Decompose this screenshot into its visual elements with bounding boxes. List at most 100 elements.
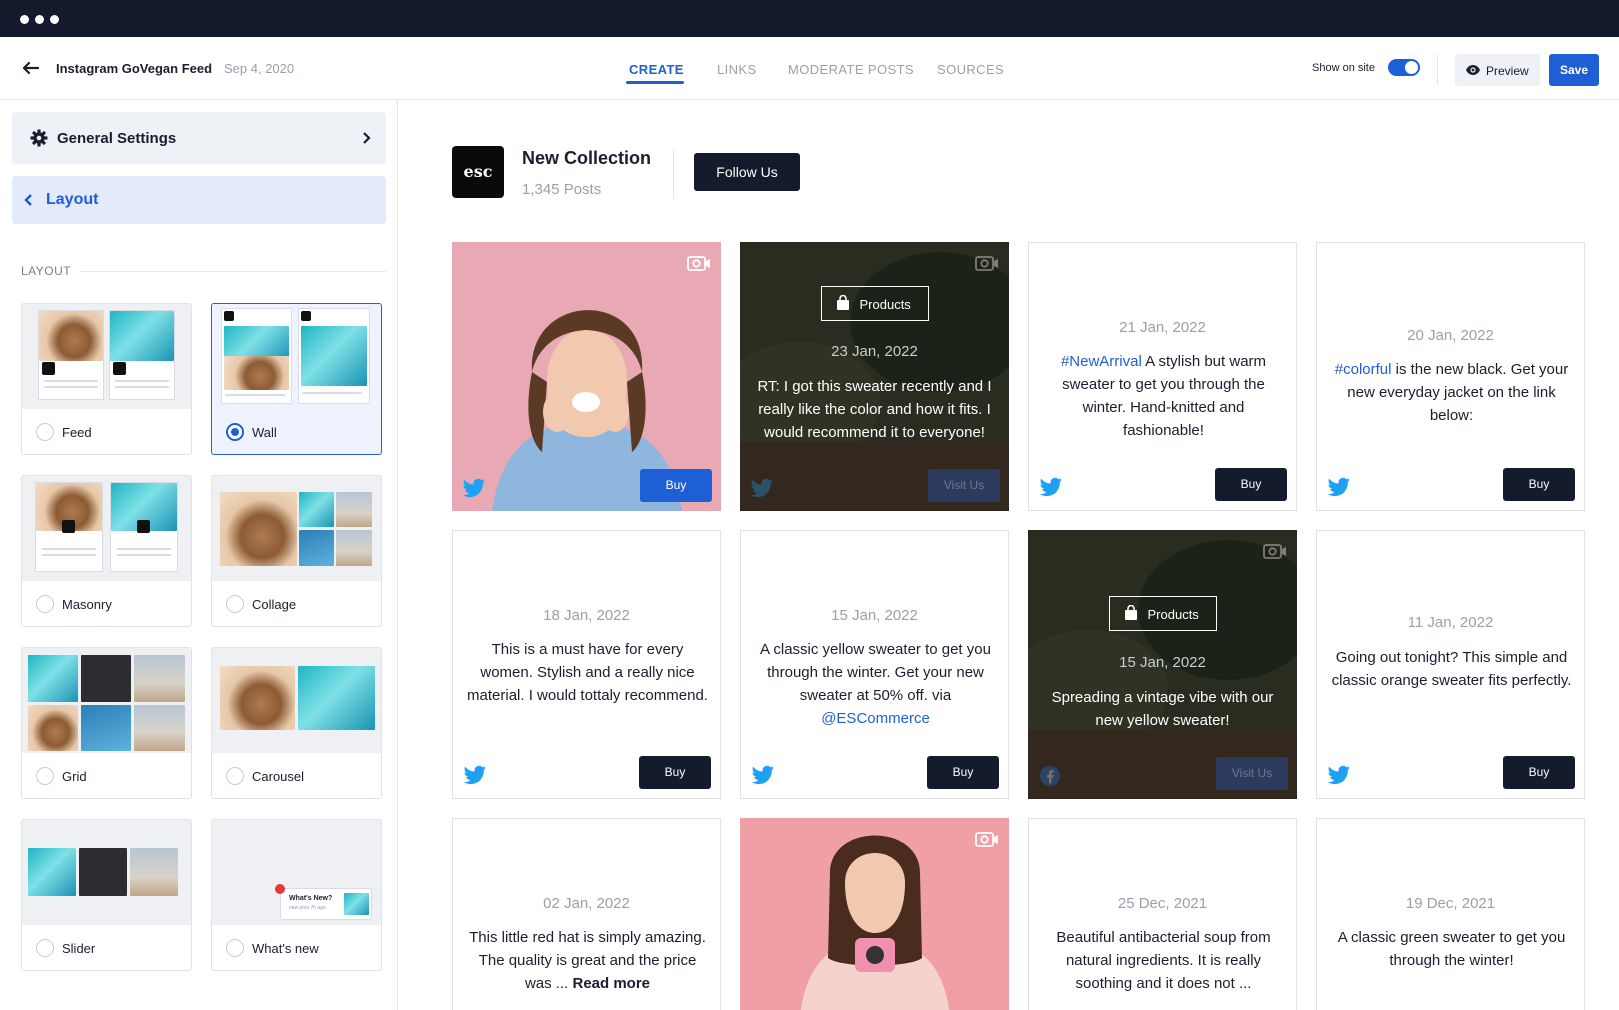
products-label: Products bbox=[1147, 607, 1199, 622]
gear-icon bbox=[30, 129, 48, 147]
camera-icon bbox=[1263, 544, 1286, 559]
follow-us-button[interactable]: Follow Us bbox=[694, 153, 800, 191]
post-card[interactable]: 18 Jan, 2022 This is a must have for eve… bbox=[452, 530, 721, 799]
post-date: 19 Dec, 2021 bbox=[1405, 895, 1496, 912]
post-date: 15 Jan, 2022 bbox=[831, 607, 918, 624]
post-text: Spreading a vintage vibe with our new ye… bbox=[1051, 689, 1274, 729]
post-card[interactable]: 19 Dec, 2021 A classic green sweater to … bbox=[1316, 818, 1585, 1010]
layout-label: Layout bbox=[46, 191, 99, 208]
buy-button[interactable]: Buy bbox=[640, 469, 712, 502]
post-card[interactable]: 25 Dec, 2021 Beautiful antibacterial sou… bbox=[1028, 818, 1297, 1010]
buy-button[interactable]: Buy bbox=[1215, 468, 1287, 501]
read-more-link[interactable]: Read more bbox=[573, 975, 651, 992]
shopping-bag-icon bbox=[1124, 605, 1137, 620]
layout-option-feed[interactable]: Feed bbox=[21, 303, 192, 455]
post-card[interactable]: 15 Jan, 2022 A classic yellow sweater to… bbox=[740, 530, 1009, 799]
layout-option-carousel[interactable]: Carousel bbox=[211, 647, 382, 799]
layout-option-label: Collage bbox=[252, 597, 297, 612]
buy-button[interactable]: Buy bbox=[1503, 468, 1575, 501]
layout-option-label: Carousel bbox=[252, 769, 305, 784]
tab-create[interactable]: CREATE bbox=[629, 62, 684, 77]
post-card[interactable]: 20 Jan, 2022 #colorful is the new black.… bbox=[1316, 242, 1585, 511]
layout-section-header[interactable]: Layout bbox=[12, 176, 386, 224]
post-text: This is a must have for every women. Sty… bbox=[467, 641, 708, 704]
tab-sources[interactable]: SOURCES bbox=[937, 62, 1004, 77]
layout-option-grid[interactable]: Grid bbox=[21, 647, 192, 799]
collage-layout-thumbnail bbox=[212, 476, 381, 581]
post-card[interactable]: 02 Jan, 2022 This little red hat is simp… bbox=[452, 818, 721, 1010]
layout-option-collage[interactable]: Collage bbox=[211, 475, 382, 627]
layout-option-label: Masonry bbox=[62, 597, 112, 612]
layout-option-masonry[interactable]: Masonry bbox=[21, 475, 192, 627]
window-dot-icon bbox=[20, 15, 29, 24]
post-card[interactable]: 11 Jan, 2022 Going out tonight? This sim… bbox=[1316, 530, 1585, 799]
divider bbox=[1437, 55, 1438, 85]
post-mention[interactable]: @ESCommerce bbox=[821, 710, 930, 727]
preview-label: Preview bbox=[1486, 64, 1529, 78]
post-text: Beautiful antibacterial soup from natura… bbox=[1056, 929, 1271, 992]
facebook-icon bbox=[1039, 765, 1061, 787]
radio-button-selected[interactable] bbox=[226, 423, 244, 441]
chevron-left-icon bbox=[24, 194, 32, 206]
grid-layout-thumbnail bbox=[22, 648, 191, 753]
show-on-site-toggle[interactable] bbox=[1388, 59, 1420, 76]
save-button[interactable]: Save bbox=[1549, 54, 1599, 86]
notification-badge bbox=[275, 884, 285, 894]
post-date: 21 Jan, 2022 bbox=[1119, 319, 1206, 336]
divider bbox=[673, 147, 674, 199]
visit-us-button[interactable]: Visit Us bbox=[928, 469, 1000, 502]
buy-button[interactable]: Buy bbox=[927, 756, 999, 789]
radio-button[interactable] bbox=[36, 939, 54, 957]
back-arrow-icon[interactable] bbox=[20, 59, 40, 77]
post-date: 11 Jan, 2022 bbox=[1407, 614, 1494, 631]
radio-button[interactable] bbox=[226, 939, 244, 957]
layout-option-slider[interactable]: Slider bbox=[21, 819, 192, 971]
twitter-icon bbox=[1327, 765, 1350, 785]
radio-button[interactable] bbox=[36, 595, 54, 613]
divider bbox=[80, 271, 386, 272]
visit-us-button[interactable]: Visit Us bbox=[1216, 757, 1288, 790]
post-card[interactable]: Buy bbox=[452, 242, 721, 511]
preview-button[interactable]: Preview bbox=[1455, 54, 1540, 86]
buy-button[interactable]: Buy bbox=[1503, 756, 1575, 789]
products-tag[interactable]: Products bbox=[1108, 596, 1217, 631]
radio-button[interactable] bbox=[36, 423, 54, 441]
radio-button[interactable] bbox=[36, 767, 54, 785]
window-dot-icon bbox=[35, 15, 44, 24]
post-card[interactable]: 21 Jan, 2022 #NewArrival A stylish but w… bbox=[1028, 242, 1297, 511]
post-date: 15 Jan, 2022 bbox=[1119, 654, 1206, 671]
general-settings-row[interactable]: General Settings bbox=[12, 112, 386, 164]
post-hashtag[interactable]: #colorful bbox=[1335, 361, 1392, 378]
radio-button[interactable] bbox=[226, 767, 244, 785]
feed-layout-thumbnail bbox=[22, 304, 191, 409]
post-date: 18 Jan, 2022 bbox=[543, 607, 630, 624]
slider-layout-thumbnail bbox=[22, 820, 191, 925]
layout-option-label: Slider bbox=[62, 941, 96, 956]
twitter-icon bbox=[463, 765, 486, 785]
show-on-site-label: Show on site bbox=[1312, 62, 1375, 74]
whats-new-thumb-sub: new post 7h ago bbox=[289, 905, 326, 911]
layout-section-label: LAYOUT bbox=[21, 264, 72, 278]
twitter-icon bbox=[1039, 477, 1062, 497]
post-date: 20 Jan, 2022 bbox=[1407, 327, 1494, 344]
post-card[interactable] bbox=[740, 818, 1009, 1010]
products-tag[interactable]: Products bbox=[820, 286, 929, 321]
post-date: 23 Jan, 2022 bbox=[831, 343, 918, 360]
active-tab-indicator bbox=[626, 81, 684, 84]
post-text: #NewArrival A stylish but warm sweater t… bbox=[1060, 353, 1267, 439]
layout-option-label: Wall bbox=[252, 425, 277, 440]
post-card[interactable]: Products 15 Jan, 2022 Spreading a vintag… bbox=[1028, 530, 1297, 799]
radio-button[interactable] bbox=[226, 595, 244, 613]
tab-moderate-posts[interactable]: MODERATE POSTS bbox=[788, 62, 914, 77]
whats-new-layout-thumbnail: What's New? new post 7h ago bbox=[212, 820, 381, 925]
twitter-icon bbox=[750, 478, 773, 498]
carousel-layout-thumbnail bbox=[212, 648, 381, 753]
post-text: A classic green sweater to get you throu… bbox=[1337, 929, 1566, 969]
post-card[interactable]: Products 23 Jan, 2022 RT: I got this swe… bbox=[740, 242, 1009, 511]
post-text: RT: I got this sweater recently and I re… bbox=[757, 378, 992, 441]
post-hashtag[interactable]: #NewArrival bbox=[1061, 353, 1142, 370]
tab-links[interactable]: LINKS bbox=[717, 62, 757, 77]
layout-option-whats-new[interactable]: What's New? new post 7h ago What's new bbox=[211, 819, 382, 971]
layout-option-wall[interactable]: Wall bbox=[211, 303, 382, 455]
buy-button[interactable]: Buy bbox=[639, 756, 711, 789]
